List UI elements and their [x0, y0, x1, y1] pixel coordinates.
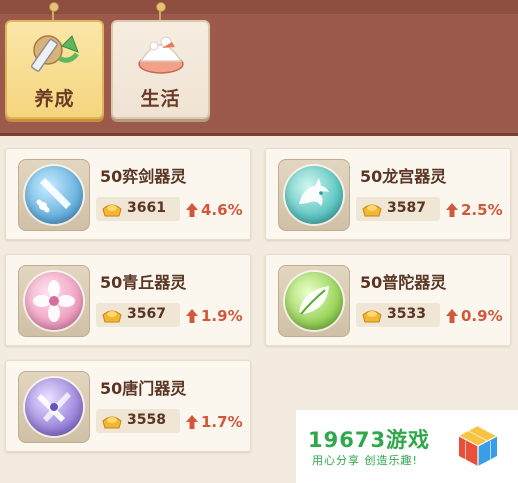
- item-name: 50普陀器灵: [360, 273, 447, 292]
- item-icon-frame: [18, 265, 90, 337]
- item-change: 4.6%: [201, 201, 243, 219]
- price-change: 4.6%: [186, 199, 243, 221]
- tab-cultivate[interactable]: 养成: [5, 20, 104, 119]
- gold-ingot-icon: [362, 310, 382, 323]
- sword-upgrade-icon: [30, 35, 79, 72]
- item-change: 0.9%: [461, 307, 503, 325]
- price-box: 3567: [96, 303, 180, 327]
- item-change: 1.7%: [201, 413, 243, 431]
- item-name: 50唐门器灵: [100, 379, 187, 398]
- site-watermark: 19673游戏 用心分享 创造乐趣!: [296, 410, 518, 483]
- up-arrow-icon: [446, 309, 458, 323]
- up-arrow-icon: [186, 415, 198, 429]
- item-card-tangmen[interactable]: 50唐门器灵 3558 1.7%: [5, 360, 251, 452]
- price-box: 3661: [96, 197, 180, 221]
- watermark-slogan: 用心分享 创造乐趣!: [312, 454, 418, 467]
- price-box: 3587: [356, 197, 440, 221]
- gold-ingot-icon: [362, 204, 382, 217]
- tab-life-label: 生活: [140, 88, 181, 110]
- item-icon-frame: [278, 265, 350, 337]
- dagger-orb-icon: [25, 378, 83, 436]
- tab-life[interactable]: 生活: [111, 20, 210, 119]
- item-price: 3567: [127, 306, 166, 322]
- item-price: 3587: [387, 200, 426, 216]
- cube-logo-icon: [458, 425, 498, 466]
- item-price: 3661: [127, 200, 166, 216]
- up-arrow-icon: [186, 309, 198, 323]
- gold-ingot-icon: [102, 416, 122, 429]
- price-box: 3533: [356, 303, 440, 327]
- item-change: 2.5%: [461, 201, 503, 219]
- flower-orb-icon: [25, 272, 83, 330]
- watermark-title: 19673游戏: [308, 428, 431, 452]
- price-change: 2.5%: [446, 199, 503, 221]
- item-name: 50弈剑器灵: [100, 167, 187, 186]
- item-price: 3533: [387, 306, 426, 322]
- sword-orb-icon: [25, 166, 83, 224]
- item-card-yijian[interactable]: 50弈剑器灵 3661 4.6%: [5, 148, 251, 240]
- up-arrow-icon: [446, 203, 458, 217]
- item-card-qingqiu[interactable]: 50青丘器灵 3567 1.9%: [5, 254, 251, 346]
- price-change: 1.7%: [186, 411, 243, 433]
- tab-cultivate-label: 养成: [34, 88, 75, 110]
- item-icon-frame: [18, 159, 90, 231]
- item-name: 50龙宫器灵: [360, 167, 447, 186]
- up-arrow-icon: [186, 203, 198, 217]
- item-card-putuo[interactable]: 50普陀器灵 3533 0.9%: [265, 254, 511, 346]
- gold-ingot-icon: [102, 310, 122, 323]
- price-box: 3558: [96, 409, 180, 433]
- item-icon-frame: [18, 371, 90, 443]
- dragon-orb-icon: [285, 166, 343, 224]
- leaf-orb-icon: [285, 272, 343, 330]
- price-change: 1.9%: [186, 305, 243, 327]
- item-card-longgong[interactable]: 50龙宫器灵 3587 2.5%: [265, 148, 511, 240]
- item-icon-frame: [278, 159, 350, 231]
- item-price: 3558: [127, 412, 166, 428]
- price-change: 0.9%: [446, 305, 503, 327]
- item-name: 50青丘器灵: [100, 273, 187, 292]
- item-change: 1.9%: [201, 307, 243, 325]
- gold-ingot-icon: [102, 204, 122, 217]
- food-bowl-icon: [137, 36, 184, 74]
